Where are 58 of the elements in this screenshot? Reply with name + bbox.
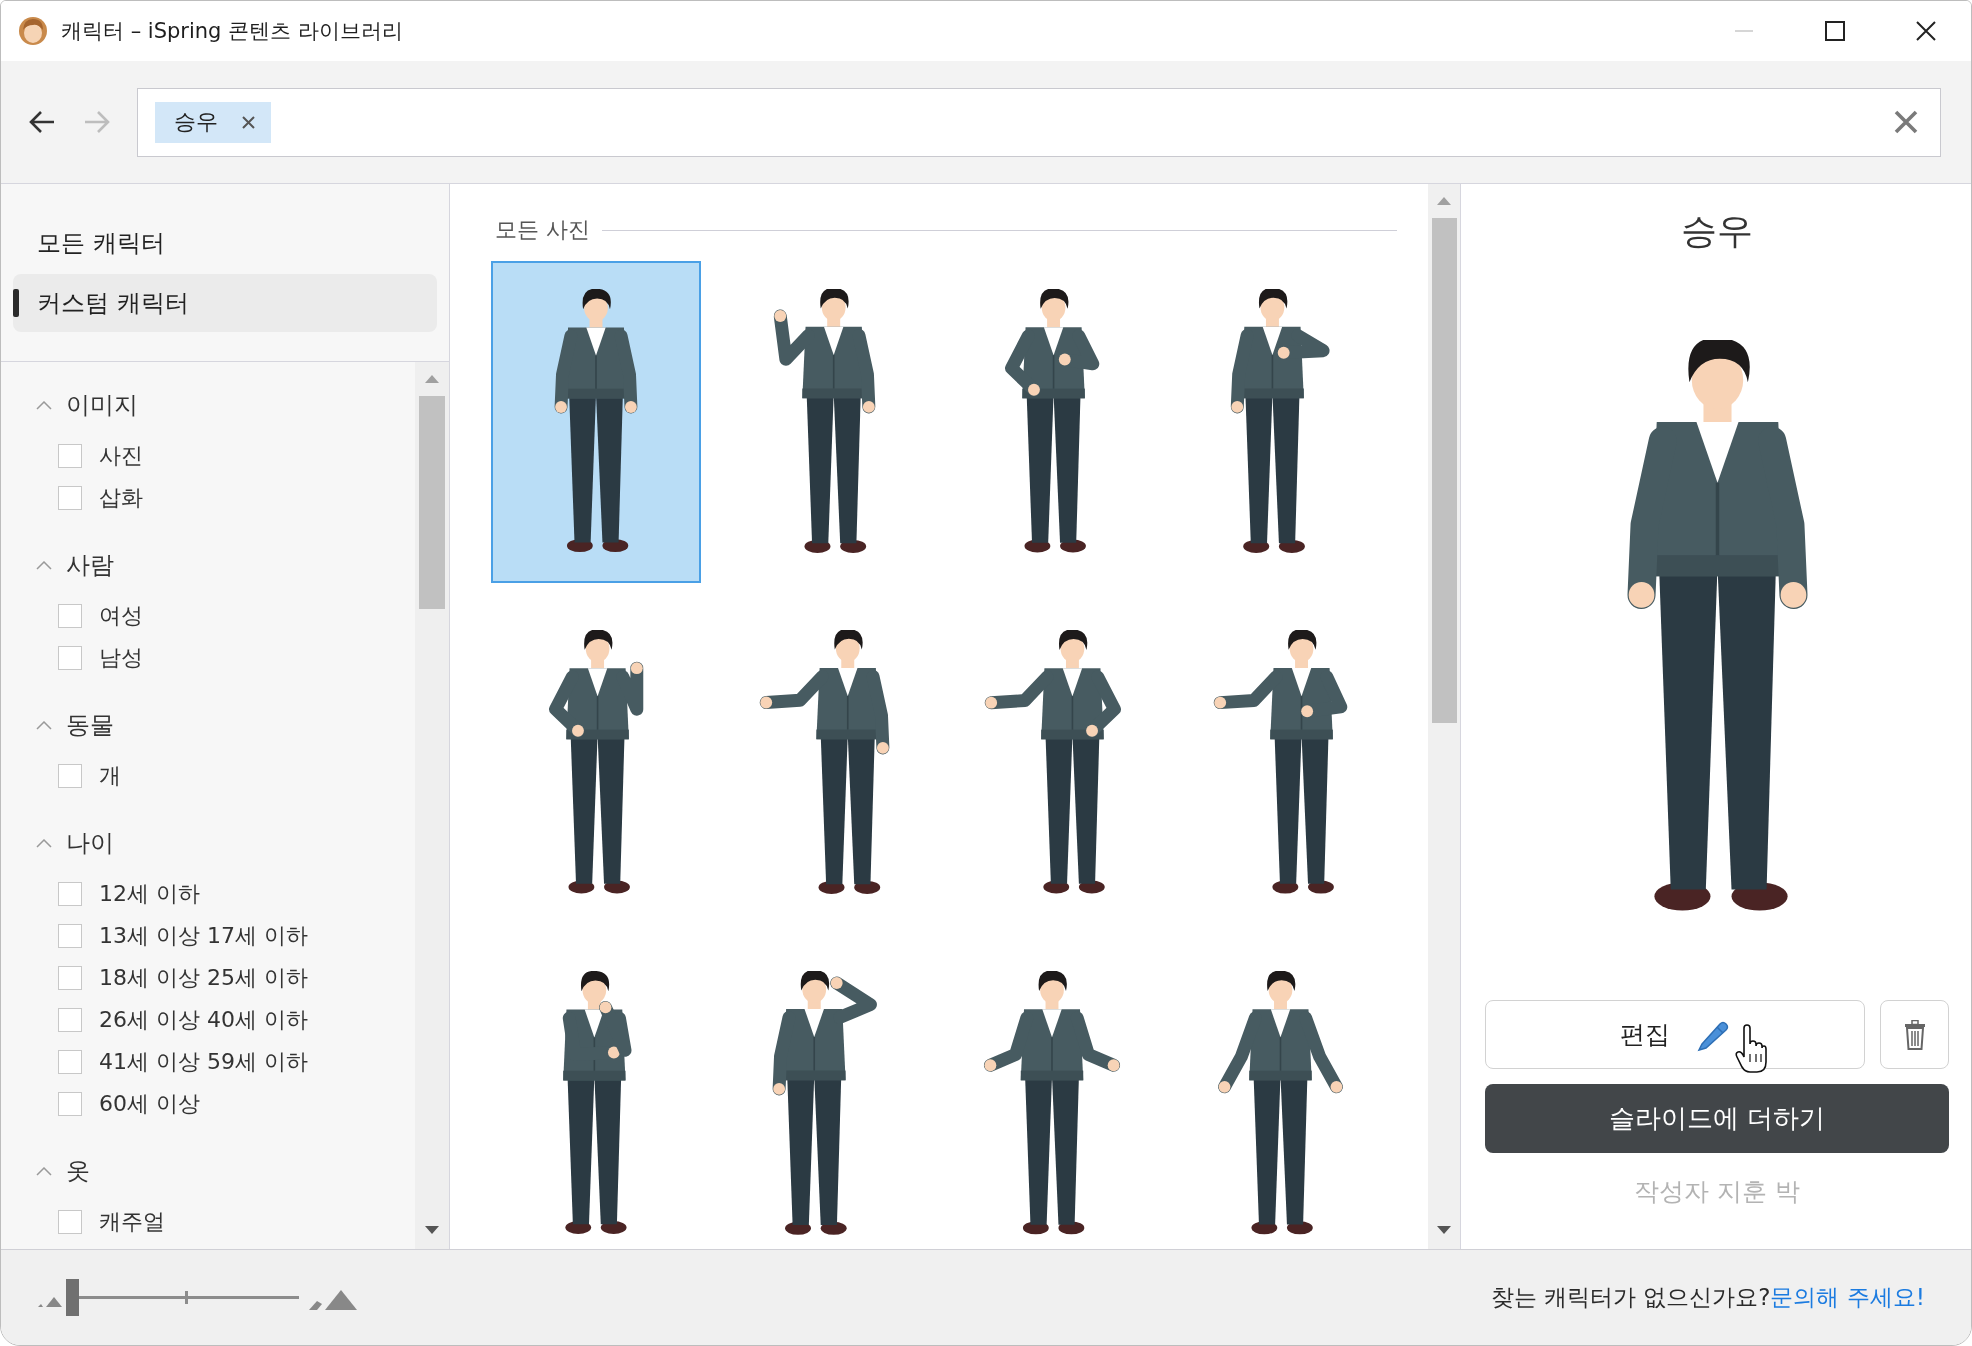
checkbox[interactable] bbox=[58, 1092, 82, 1116]
scroll-down-icon[interactable] bbox=[1437, 1226, 1451, 1235]
category-item[interactable]: 모든 캐릭터 bbox=[13, 214, 437, 272]
filter-option-label[interactable]: 개 bbox=[99, 761, 121, 791]
hand-cursor-icon bbox=[1735, 1024, 1767, 1074]
scrollbar[interactable] bbox=[1428, 184, 1460, 1249]
tag-label: 승우 bbox=[174, 108, 218, 136]
scrollbar-thumb[interactable] bbox=[419, 396, 445, 609]
add-to-slide-button[interactable]: 슬라이드에 더하기 bbox=[1485, 1084, 1949, 1153]
filter-group-toggle[interactable]: 동물 bbox=[36, 703, 114, 747]
trash-icon bbox=[1903, 1019, 1926, 1050]
filter-group-toggle[interactable]: 이미지 bbox=[36, 383, 138, 427]
back-arrow-icon[interactable] bbox=[29, 110, 55, 134]
checkbox[interactable] bbox=[58, 444, 82, 468]
scroll-up-icon[interactable] bbox=[425, 374, 439, 383]
category-item[interactable]: 커스텀 캐릭터 bbox=[13, 274, 437, 332]
filter-option-label[interactable]: 캐주얼 bbox=[99, 1207, 165, 1237]
filter-option-label[interactable]: 60세 이상 bbox=[99, 1089, 200, 1119]
scroll-up-icon[interactable] bbox=[1437, 196, 1451, 205]
filter-group-toggle[interactable]: 사람 bbox=[36, 543, 114, 587]
scroll-down-icon[interactable] bbox=[425, 1226, 439, 1235]
filter-option-label[interactable]: 18세 이상 25세 이하 bbox=[99, 963, 308, 993]
checkbox[interactable] bbox=[58, 882, 82, 906]
zoom-slider-thumb[interactable] bbox=[66, 1279, 79, 1316]
filter-option-label[interactable]: 여성 bbox=[99, 601, 143, 631]
filter-group-toggle[interactable]: 옷 bbox=[36, 1149, 90, 1193]
checkbox[interactable] bbox=[58, 1008, 82, 1032]
delete-button[interactable] bbox=[1880, 1000, 1949, 1069]
close-icon[interactable] bbox=[1915, 21, 1936, 41]
section-title: 모든 사진 bbox=[495, 216, 590, 244]
checkbox[interactable] bbox=[58, 646, 82, 670]
filter-option-label[interactable]: 12세 이하 bbox=[99, 879, 200, 909]
checkbox[interactable] bbox=[58, 486, 82, 510]
author-text: 작성자 지훈 박 bbox=[1634, 1176, 1800, 1208]
edit-button[interactable]: 편집 bbox=[1485, 1000, 1865, 1069]
app-icon bbox=[18, 16, 48, 46]
checkbox[interactable] bbox=[58, 604, 82, 628]
filter-option-label[interactable]: 13세 이상 17세 이하 bbox=[99, 921, 308, 951]
scrollbar-thumb[interactable] bbox=[1431, 218, 1457, 723]
help-text: 찾는 캐릭터가 없으신가요? bbox=[1490, 1283, 1771, 1312]
checkbox[interactable] bbox=[58, 924, 82, 948]
maximize-icon[interactable] bbox=[1824, 21, 1845, 41]
filter-option-label[interactable]: 사진 bbox=[99, 441, 143, 471]
checkbox[interactable] bbox=[58, 1050, 82, 1074]
zoom-slider-track[interactable] bbox=[66, 1279, 299, 1316]
filter-group-toggle[interactable]: 나이 bbox=[36, 821, 114, 865]
checkbox[interactable] bbox=[58, 966, 82, 990]
contact-link[interactable]: 문의해 주세요! bbox=[1770, 1282, 1925, 1313]
character-name: 승우 bbox=[1681, 209, 1753, 253]
checkbox[interactable] bbox=[58, 1210, 82, 1234]
filter-option-label[interactable]: 삽화 bbox=[99, 483, 143, 513]
filter-option-label[interactable]: 26세 이상 40세 이하 bbox=[99, 1005, 308, 1035]
character-tile[interactable] bbox=[491, 261, 701, 583]
checkbox[interactable] bbox=[58, 764, 82, 788]
filter-option-label[interactable]: 남성 bbox=[99, 643, 143, 673]
scrollbar[interactable] bbox=[415, 362, 449, 1249]
window-title: 캐릭터 – iSpring 콘텐츠 라이브러리 bbox=[61, 18, 403, 45]
filter-option-label[interactable]: 41세 이상 59세 이하 bbox=[99, 1047, 308, 1077]
